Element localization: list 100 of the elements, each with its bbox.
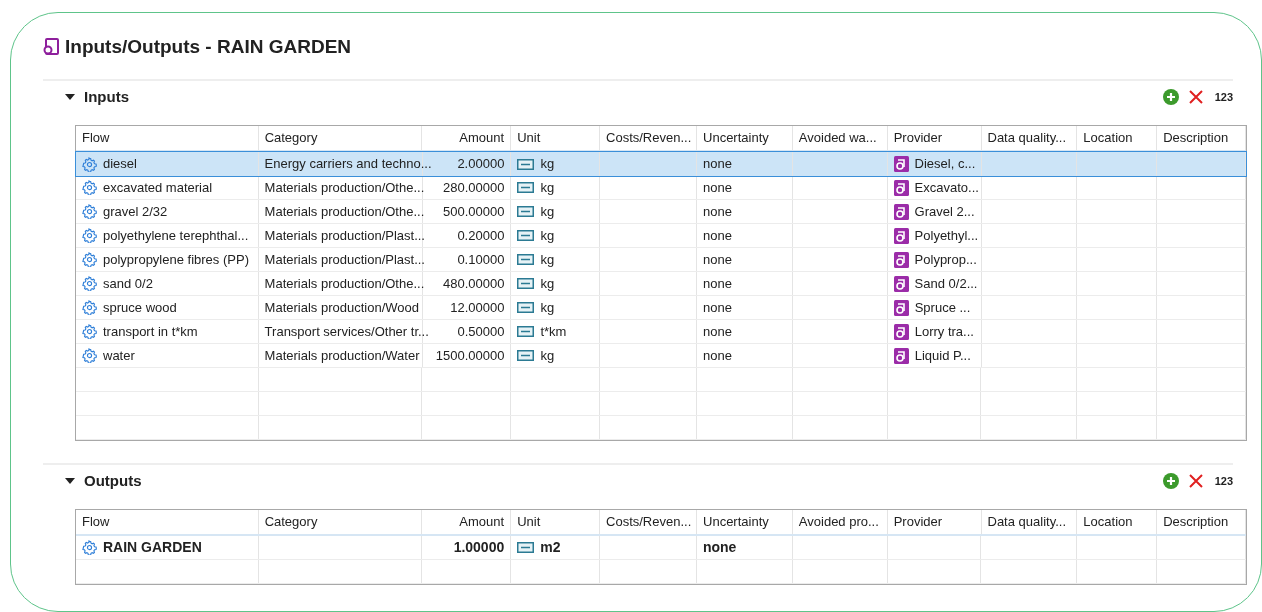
column-header[interactable]: Data quality...	[981, 510, 1078, 534]
column-header[interactable]: Costs/Reven...	[600, 510, 697, 534]
table-cell-text: Gravel 2...	[914, 202, 975, 221]
table-cell-text: Diesel, c...	[914, 155, 976, 174]
table-cell-text: 2.00000	[457, 155, 505, 174]
table-cell-text: Spruce ...	[914, 298, 971, 317]
add-icon[interactable]	[1162, 473, 1179, 489]
table-cell-text: 0.10000	[457, 250, 505, 269]
column-header[interactable]: Provider	[887, 126, 982, 150]
column-header[interactable]: Location	[1077, 126, 1158, 150]
unit-icon	[517, 254, 535, 265]
column-header[interactable]: Data quality...	[981, 126, 1078, 150]
column-header[interactable]: Description	[1157, 510, 1247, 534]
table-cell-text: Materials production/Othe...	[264, 274, 425, 293]
section-title[interactable]: Outputs	[84, 469, 142, 493]
table-cell-text: kg	[540, 346, 555, 365]
table-cell-text: none	[703, 202, 732, 221]
table-cell-text: none	[703, 298, 732, 317]
collapse-caret-icon[interactable]	[65, 93, 75, 101]
number-format-button[interactable]: 123	[1214, 88, 1233, 106]
table-cell-text: Liquid P...	[914, 346, 971, 365]
window-title: Inputs/Outputs - RAIN GARDEN	[65, 34, 352, 59]
column-header[interactable]: Description	[1157, 126, 1247, 150]
table-cell-text: spruce wood	[103, 298, 177, 317]
table-cell-text: water	[103, 346, 135, 365]
table-cell-text: Excavato...	[914, 178, 979, 197]
process-icon	[893, 347, 909, 364]
table-row[interactable]: sand 0/2 Materials production/Othe... 480.00000 kg none Sand 0/2...	[76, 272, 1246, 296]
column-header[interactable]: Flow	[76, 510, 259, 534]
table-cell-text: Materials production/Wood	[264, 298, 419, 317]
table-cell-text: none	[703, 346, 732, 365]
table-cell-text: sand 0/2	[103, 274, 153, 293]
process-icon	[893, 179, 909, 196]
table-row[interactable]: water Materials production/Water 1500.00000 kg none Liquid P...	[76, 344, 1246, 368]
table-cell-text: none	[703, 226, 732, 245]
column-header[interactable]: Provider	[887, 510, 982, 534]
collapse-caret-icon[interactable]	[65, 477, 75, 485]
column-header[interactable]: Unit	[511, 510, 600, 534]
table-cell-text: Materials production/Plast...	[264, 250, 425, 269]
close-icon[interactable]	[1188, 474, 1203, 488]
column-header[interactable]: Amount	[422, 126, 512, 150]
column-header[interactable]: Location	[1077, 510, 1158, 534]
close-icon[interactable]	[1188, 90, 1203, 104]
table-row[interactable]: polypropylene fibres (PP) Materials production/Plast... 0.10000 kg none Polyprop...	[76, 248, 1246, 272]
column-header[interactable]: Category	[258, 126, 423, 150]
unit-icon	[517, 182, 535, 193]
table-cell-text: diesel	[103, 155, 137, 174]
table-cell-text: none	[703, 322, 732, 341]
unit-icon	[517, 230, 535, 241]
gear-icon	[82, 252, 97, 267]
process-icon	[893, 275, 909, 292]
process-icon	[893, 156, 909, 172]
table-row[interactable]: polyethylene terephthal... Materials production/Plast... 0.20000 kg none Polyethyl...	[76, 224, 1246, 248]
column-header[interactable]: Costs/Reven...	[600, 126, 697, 150]
table-row[interactable]: gravel 2/32 Materials production/Othe... 500.00000 kg none Gravel 2...	[76, 200, 1246, 224]
table-cell-text: polypropylene fibres (PP)	[103, 250, 249, 269]
column-header[interactable]: Amount	[422, 510, 512, 534]
table-cell-text: kg	[540, 226, 555, 245]
section-title[interactable]: Inputs	[84, 85, 129, 109]
table-cell-text: Transport services/Other tr...	[264, 322, 429, 341]
table-row[interactable]: excavated material Materials production/Othe... 280.00000 kg none Excavato...	[76, 176, 1246, 200]
table-cell-text: 280.00000	[442, 178, 505, 197]
table-row[interactable]: diesel Energy carriers and techno... 2.00000 kg none Diesel, c...	[76, 152, 1246, 176]
table-cell-text: 0.50000	[457, 322, 505, 341]
gear-icon	[82, 156, 97, 172]
table-cell-text: m2	[540, 538, 561, 557]
unit-icon	[517, 350, 535, 361]
table-cell-text: Lorry tra...	[914, 322, 974, 341]
column-header[interactable]: Avoided wa...	[792, 126, 888, 150]
table-cell-text: Energy carriers and techno...	[264, 155, 432, 174]
table-row[interactable]: spruce wood Materials production/Wood 12.00000 kg none Spruce ...	[76, 296, 1246, 320]
table-cell-text: RAIN GARDEN	[103, 538, 202, 557]
column-header[interactable]: Avoided pro...	[792, 510, 888, 534]
gear-icon	[82, 228, 97, 243]
table-cell-text: 1500.00000	[435, 346, 505, 365]
column-header[interactable]: Flow	[76, 126, 259, 150]
table-cell-text: 0.20000	[457, 226, 505, 245]
unit-icon	[517, 278, 535, 289]
table-cell-text: Materials production/Plast...	[264, 226, 425, 245]
process-icon	[893, 227, 909, 244]
column-header[interactable]: Uncertainty	[697, 510, 793, 534]
process-icon	[893, 323, 909, 340]
table-row[interactable]: RAIN GARDEN 1.00000 m2 none	[76, 536, 1246, 560]
table-cell-text: none	[702, 538, 737, 557]
table-cell-text: transport in t*km	[103, 322, 198, 341]
table-cell-text: Polyethyl...	[914, 226, 979, 245]
column-header[interactable]: Uncertainty	[697, 126, 793, 150]
gear-icon	[82, 300, 97, 315]
table-cell-text: kg	[540, 202, 555, 221]
number-format-button[interactable]: 123	[1214, 472, 1233, 490]
column-header[interactable]: Unit	[511, 126, 600, 150]
table-cell-text: Materials production/Othe...	[264, 178, 425, 197]
table-cell-text: Materials production/Othe...	[264, 202, 425, 221]
table-row[interactable]: transport in t*km Transport services/Other tr... 0.50000 t*km none Lorry tra...	[76, 320, 1246, 344]
gear-icon	[82, 180, 97, 195]
table-cell-text: t*km	[540, 322, 567, 341]
table-cell-text: none	[703, 178, 732, 197]
add-icon[interactable]	[1162, 89, 1179, 105]
unit-icon	[517, 206, 535, 217]
column-header[interactable]: Category	[258, 510, 423, 534]
